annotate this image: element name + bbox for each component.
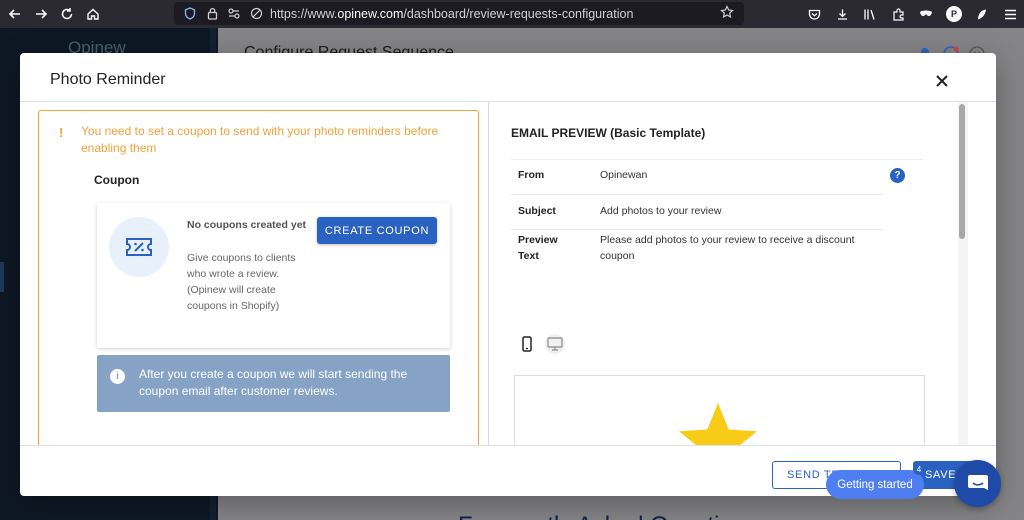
browser-toolbar: https://www. opinew.com/dashboard/review-… [0,0,1024,28]
email-preview-title: EMAIL PREVIEW (Basic Template) [511,126,706,140]
back-arrow-icon[interactable] [4,3,26,25]
extensions-icon[interactable] [884,0,912,28]
shield-icon[interactable] [182,6,198,22]
url-prefix: https://www. [270,6,338,21]
coupon-settings-pane: ! You need to set a coupon to send with … [38,110,479,445]
from-label: From [518,169,545,181]
mobile-icon[interactable] [517,334,537,354]
feather-icon[interactable] [968,0,996,28]
coupon-empty-card: No coupons created yet Give coupons to c… [97,203,450,348]
getting-started-button[interactable]: Getting started [826,470,924,499]
field-divider [511,159,923,160]
forward-arrow-icon[interactable] [30,3,52,25]
preview-scrollbar[interactable] [958,102,968,445]
chat-icon[interactable] [954,460,1001,507]
warning-icon: ! [59,125,64,140]
desktop-icon[interactable] [545,334,565,354]
coupon-info-banner: i After you create a coupon we will star… [97,355,450,412]
star-icon [679,403,757,445]
url-bar[interactable]: https://www. opinew.com/dashboard/review-… [174,2,744,25]
url-host: opinew.com [337,6,404,21]
coupon-section-label: Coupon [94,173,140,187]
bookmark-star-icon[interactable] [720,5,736,21]
menu-icon[interactable] [996,0,1024,28]
mask-icon[interactable] [912,0,940,28]
lock-icon[interactable] [204,6,220,22]
field-divider [511,194,883,195]
modal-title: Photo Reminder [50,71,166,88]
profile-initial: P [946,6,962,22]
no-coupons-title: No coupons created yet [187,219,307,231]
subject-value: Add photos to your review [600,205,722,217]
email-preview-canvas [514,375,925,445]
close-icon[interactable] [930,69,954,93]
create-coupon-button[interactable]: CREATE COUPON [317,217,437,244]
reload-icon[interactable] [56,3,78,25]
download-icon[interactable] [828,0,856,28]
scrollbar-thumb[interactable] [959,104,965,239]
footer-divider [20,445,996,446]
info-icon: i [110,369,125,384]
home-icon[interactable] [82,3,104,25]
photo-reminder-modal: Photo Reminder ! You need to set a coupo… [20,53,996,496]
email-preview-pane[interactable]: EMAIL PREVIEW (Basic Template) From Opin… [489,102,958,445]
coupon-info-text: After you create a coupon we will start … [139,367,408,398]
warning-message: You need to set a coupon to send with yo… [81,124,439,155]
getting-started-badge: 4 [913,463,925,475]
coupon-icon [109,217,169,277]
from-value: Opinewan [600,169,648,181]
library-icon[interactable] [856,0,884,28]
permissions-icon[interactable] [226,6,242,22]
help-icon[interactable]: ? [890,168,905,183]
profile-icon[interactable]: P [940,0,968,28]
preview-text-label: Preview Text [518,234,558,262]
preview-text-value: Please add photos to your review to rece… [600,234,855,262]
url-path: /dashboard/review-requests-configuration [403,6,634,21]
pocket-icon[interactable] [800,0,828,28]
no-coupons-description: Give coupons to clients who wrote a revi… [187,252,296,312]
tracking-blocked-icon[interactable] [248,6,264,22]
subject-label: Subject [518,205,556,217]
field-divider [511,229,883,230]
